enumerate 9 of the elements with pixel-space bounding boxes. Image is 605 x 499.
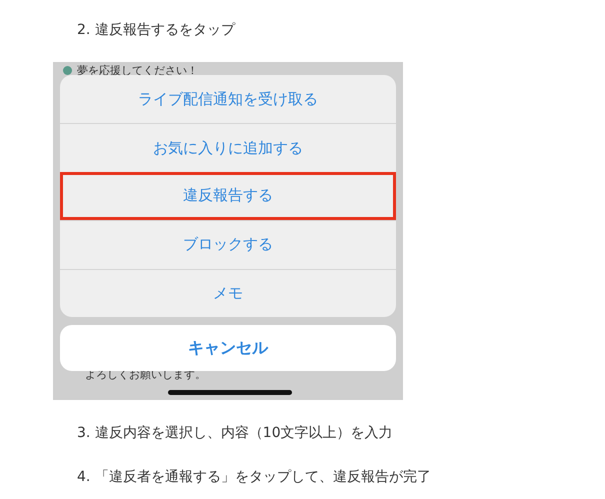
action-item[interactable]: ブロックする	[60, 220, 396, 269]
action-item[interactable]: ライブ配信通知を受け取る	[60, 75, 396, 124]
action-item[interactable]: メモ	[60, 268, 396, 317]
step-text: 4. 「違反者を通報する」をタップして、違反報告が完了	[77, 468, 432, 487]
action-item[interactable]: 違反報告する	[60, 172, 396, 220]
step-text: 2. 違反報告するをタップ	[77, 21, 236, 40]
step-text: 3. 違反内容を選択し、内容（10文字以上）を入力	[77, 424, 394, 443]
cancel-button[interactable]: キャンセル	[60, 325, 396, 371]
action-item[interactable]: お気に入りに追加する	[60, 123, 396, 172]
